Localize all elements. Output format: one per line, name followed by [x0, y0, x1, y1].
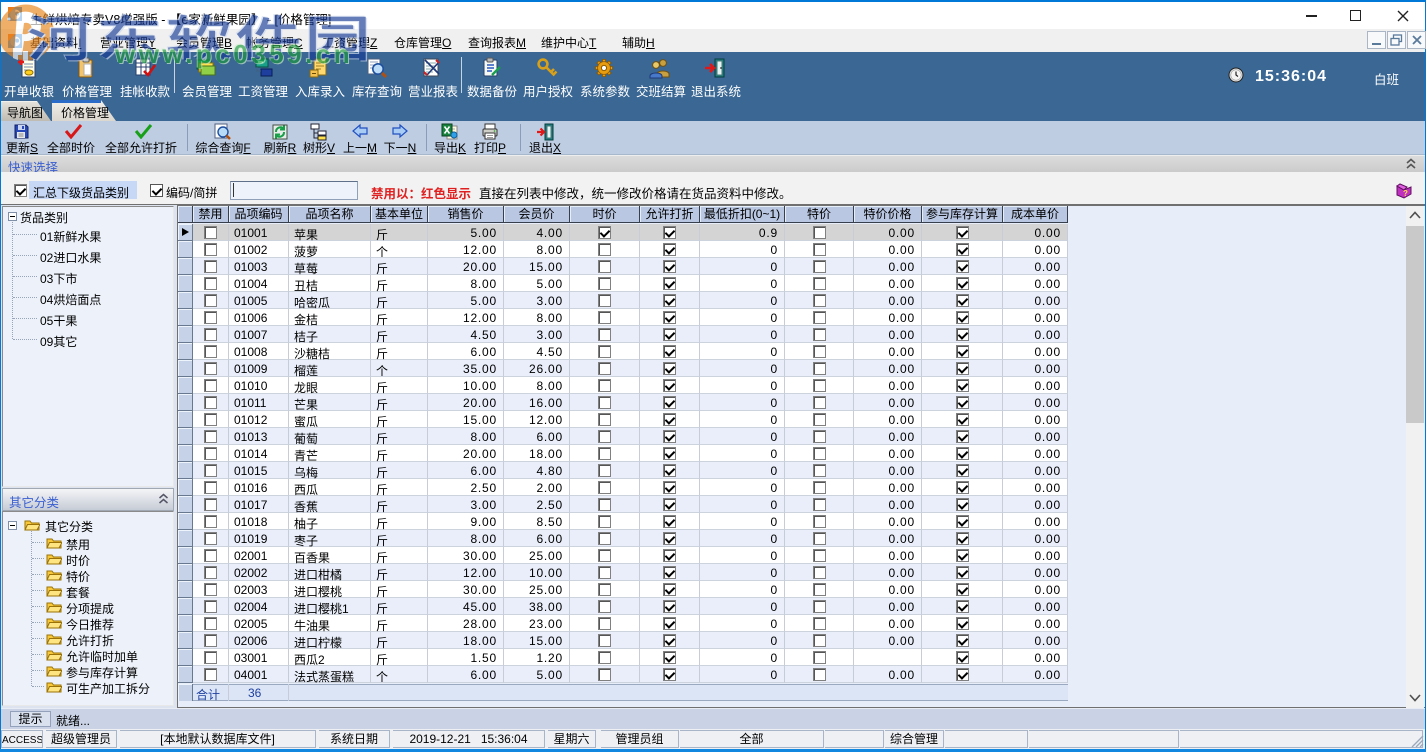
svg-text:?: ? — [1403, 189, 1408, 198]
